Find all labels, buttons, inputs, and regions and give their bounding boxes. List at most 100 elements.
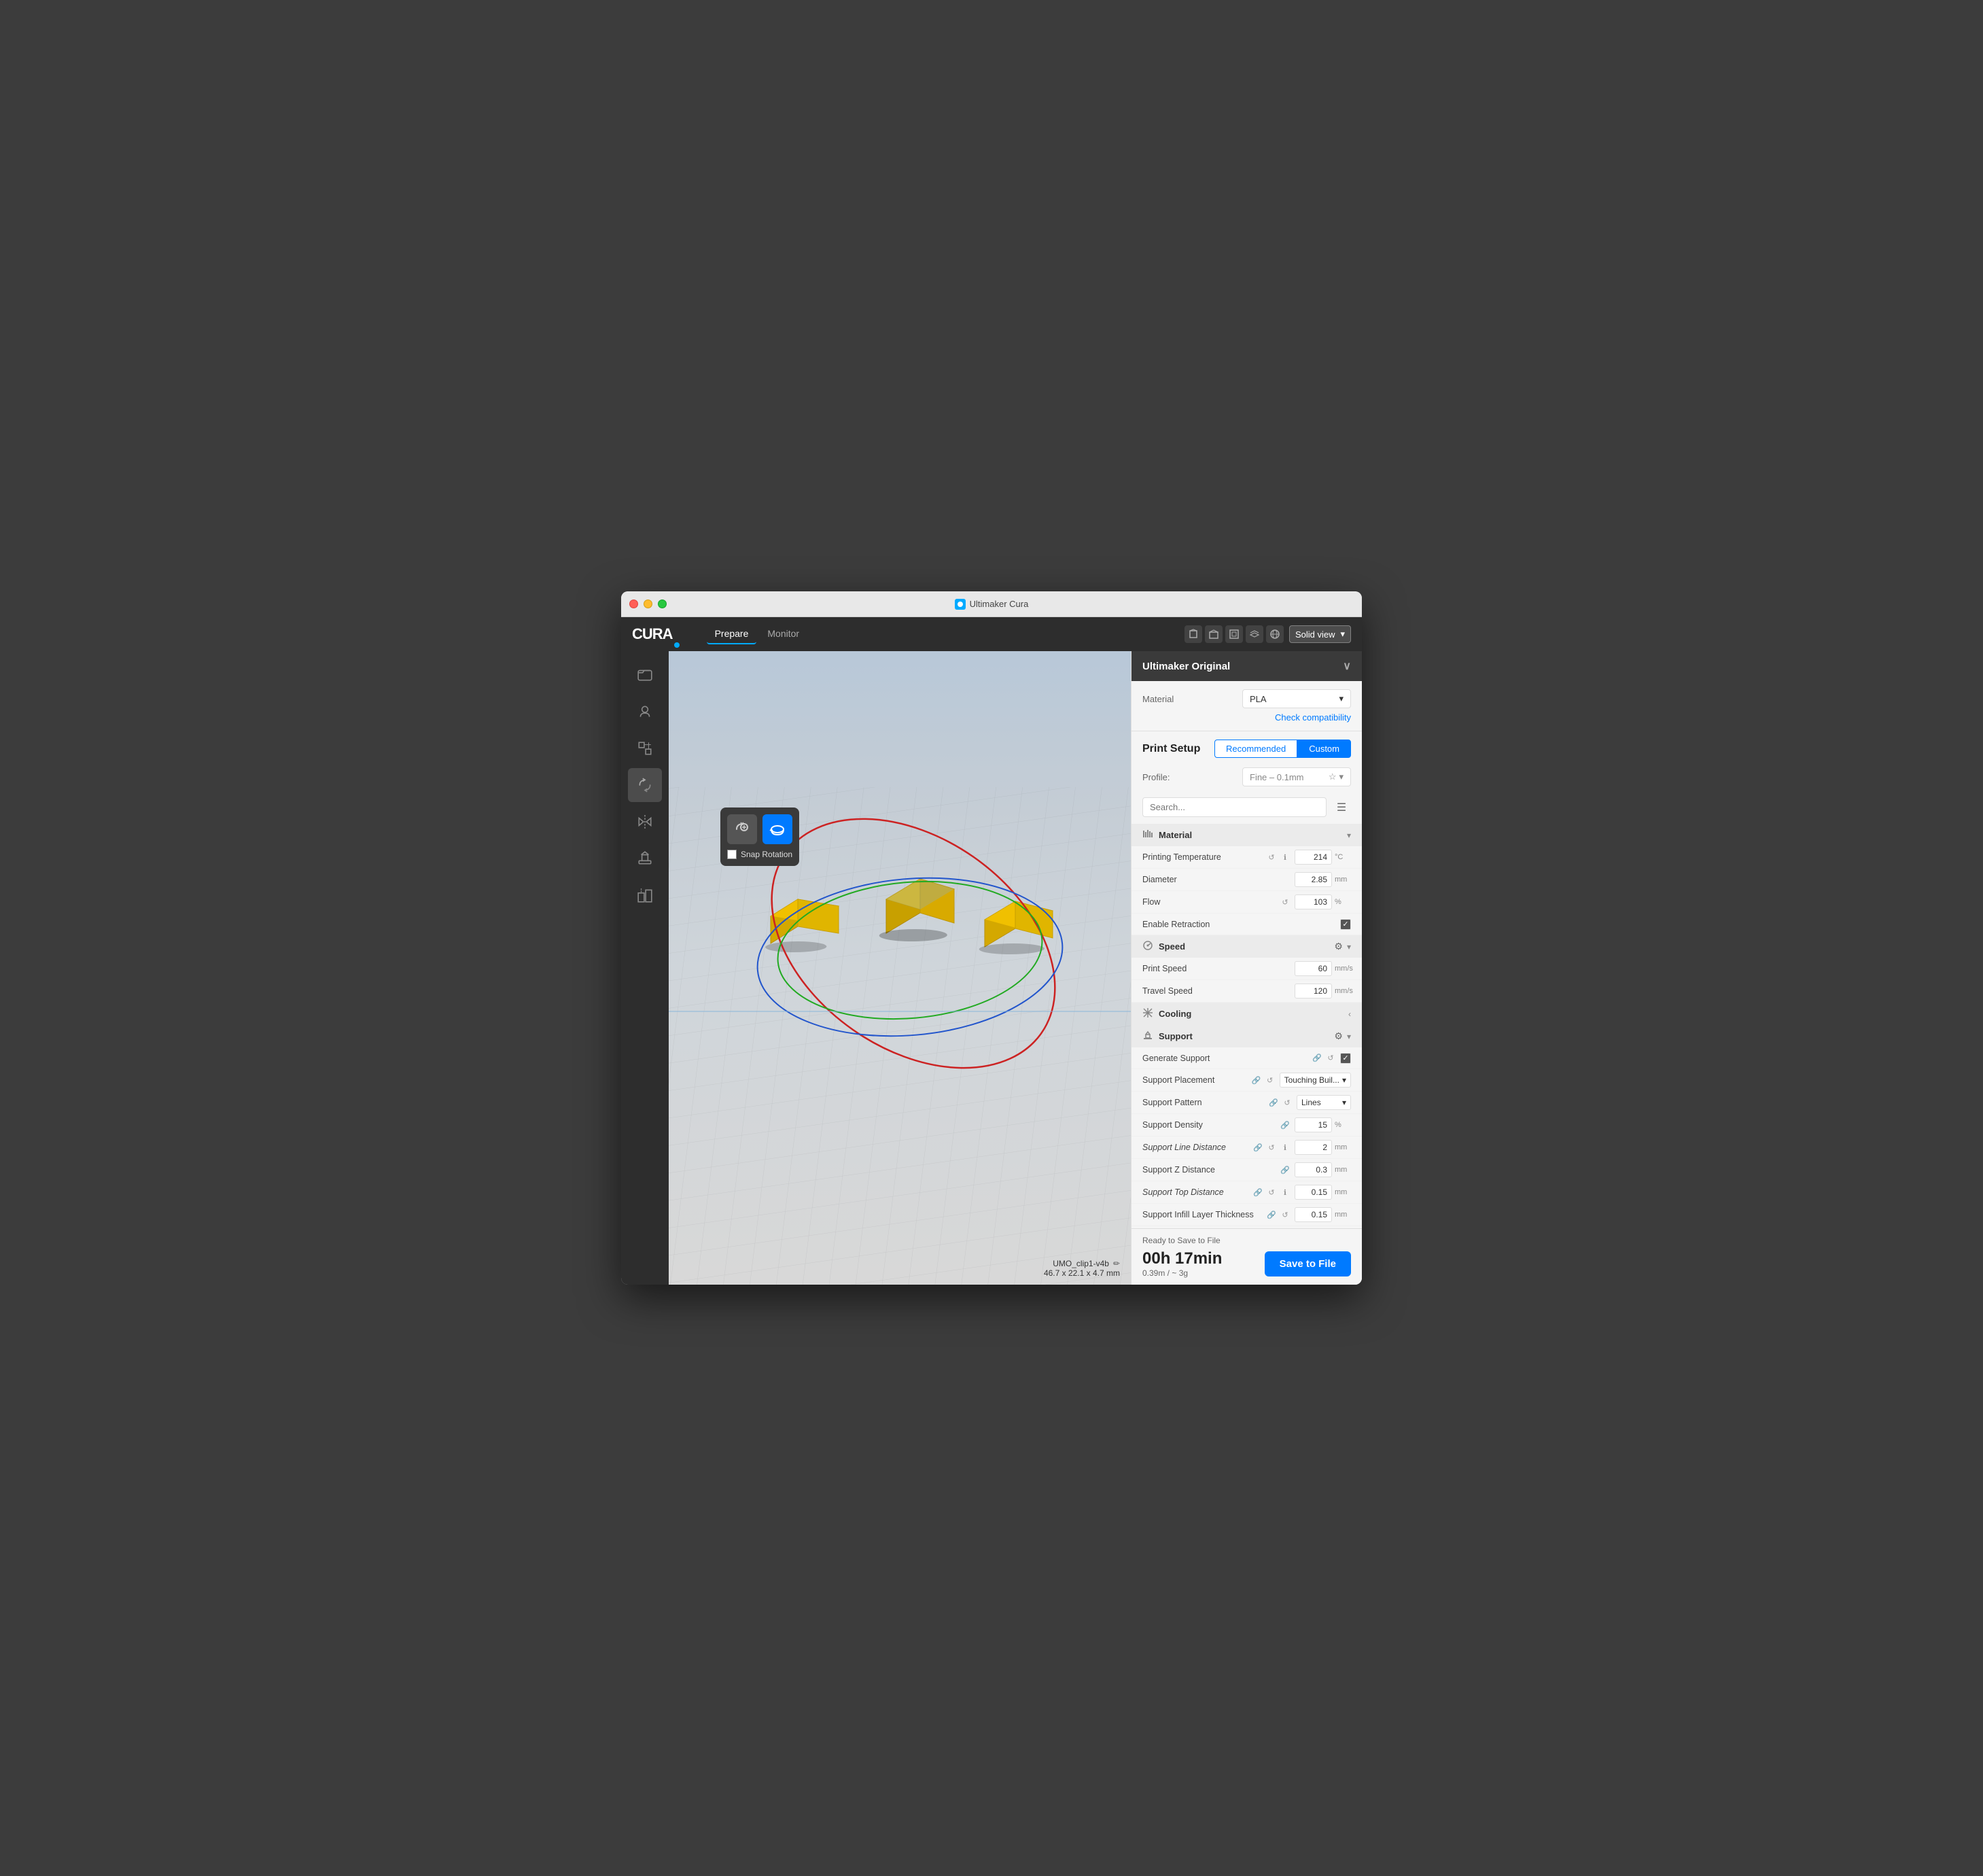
zdist-unit: mm xyxy=(1335,1166,1351,1174)
cooling-section-title: Cooling xyxy=(1142,1007,1191,1020)
save-to-file-button[interactable]: Save to File xyxy=(1265,1251,1351,1276)
flow-unit: % xyxy=(1335,898,1351,906)
pattern-link-icon[interactable]: 🔗 xyxy=(1268,1097,1279,1108)
topdist-info-icon[interactable]: ℹ xyxy=(1280,1187,1291,1198)
enable-retraction-checkbox[interactable] xyxy=(1340,919,1351,930)
density-link-icon[interactable]: 🔗 xyxy=(1280,1119,1291,1130)
support-line-dist-row: Support Line Distance 🔗 ↺ ℹ mm xyxy=(1131,1136,1362,1159)
maximize-button[interactable] xyxy=(658,600,667,608)
linedist-link-icon[interactable]: 🔗 xyxy=(1252,1142,1263,1153)
minimize-button[interactable] xyxy=(644,600,652,608)
speed-gear-icon[interactable]: ⚙ xyxy=(1334,941,1343,952)
diameter-input[interactable] xyxy=(1295,872,1332,887)
travel-speed-label: Travel Speed xyxy=(1142,986,1295,996)
printing-temp-input[interactable] xyxy=(1295,850,1332,865)
cooling-section-header[interactable]: Cooling ‹ xyxy=(1131,1003,1362,1025)
speed-section-header[interactable]: Speed ⚙ ▾ xyxy=(1131,935,1362,958)
enable-retraction-row: Enable Retraction xyxy=(1131,914,1362,935)
material-settings-header[interactable]: Material ▾ xyxy=(1131,824,1362,846)
tab-prepare[interactable]: Prepare xyxy=(707,624,757,644)
content-area: Snap Rotation UMO_clip1-v4b ✏ 46.7 x 22.… xyxy=(621,651,1362,1285)
app-window: Ultimaker Cura CURA Prepare Monitor xyxy=(621,591,1362,1285)
right-panel: Ultimaker Original ∨ Material PLA ▾ xyxy=(1131,651,1362,1285)
support-placement-dropdown[interactable]: Touching Buil... ▾ xyxy=(1280,1073,1351,1088)
infill-reset-icon[interactable]: ↺ xyxy=(1280,1209,1291,1220)
profile-select[interactable]: Fine – 0.1mm ☆ ▾ xyxy=(1242,767,1351,786)
topdist-reset-icon[interactable]: ↺ xyxy=(1266,1187,1277,1198)
placement-icons: 🔗 ↺ xyxy=(1251,1075,1276,1085)
file-name: UMO_clip1-v4b xyxy=(1053,1259,1109,1268)
view-icon-layers[interactable] xyxy=(1246,625,1263,643)
rotation-popup: Snap Rotation xyxy=(720,807,799,866)
printer-chevron-icon: ∨ xyxy=(1343,659,1351,673)
view-icon-perspective[interactable] xyxy=(1266,625,1284,643)
view-dropdown[interactable]: Solid view ▾ xyxy=(1289,625,1351,643)
linedist-reset-icon[interactable]: ↺ xyxy=(1266,1142,1277,1153)
snap-checkbox[interactable] xyxy=(727,850,737,859)
linedist-info-icon[interactable]: ℹ xyxy=(1280,1142,1291,1153)
info-icon[interactable]: ℹ xyxy=(1280,852,1291,863)
custom-button[interactable]: Custom xyxy=(1297,740,1351,758)
support-infill-input[interactable] xyxy=(1295,1207,1332,1222)
support-z-dist-label: Support Z Distance xyxy=(1142,1165,1280,1175)
viewport[interactable]: Snap Rotation UMO_clip1-v4b ✏ 46.7 x 22.… xyxy=(669,651,1131,1285)
check-compat-link[interactable]: Check compatibility xyxy=(1275,712,1351,723)
sidebar-item-support[interactable] xyxy=(628,841,662,875)
support-section-title: Support xyxy=(1142,1030,1193,1043)
generate-support-checkbox[interactable] xyxy=(1340,1053,1351,1064)
placement-link-icon[interactable]: 🔗 xyxy=(1251,1075,1262,1085)
rotate-x-button[interactable] xyxy=(727,814,757,844)
support-z-dist-input[interactable] xyxy=(1295,1162,1332,1177)
generate-support-label: Generate Support xyxy=(1142,1054,1312,1063)
tab-monitor[interactable]: Monitor xyxy=(759,624,807,644)
speed-chevron-icon: ▾ xyxy=(1347,942,1351,952)
view-icon-3d[interactable] xyxy=(1184,625,1202,643)
profile-label: Profile: xyxy=(1142,772,1170,782)
travel-speed-input[interactable] xyxy=(1295,984,1332,998)
pattern-reset-icon[interactable]: ↺ xyxy=(1282,1097,1293,1108)
sidebar-item-mirror[interactable] xyxy=(628,805,662,839)
printer-header[interactable]: Ultimaker Original ∨ xyxy=(1131,651,1362,681)
support-top-dist-input[interactable] xyxy=(1295,1185,1332,1200)
sidebar-item-rotate[interactable] xyxy=(628,768,662,802)
sidebar-item-permodel[interactable] xyxy=(628,878,662,912)
print-setup-header: Print Setup Recommended Custom xyxy=(1131,731,1362,763)
close-button[interactable] xyxy=(629,600,638,608)
sidebar-item-open[interactable] xyxy=(628,658,662,692)
infill-link-icon[interactable]: 🔗 xyxy=(1266,1209,1277,1220)
diameter-label: Diameter xyxy=(1142,875,1291,884)
material-select[interactable]: PLA ▾ xyxy=(1242,689,1351,708)
check-compat: Check compatibility xyxy=(1142,708,1351,723)
sidebar-item-scale[interactable] xyxy=(628,731,662,765)
placement-reset-icon[interactable]: ↺ xyxy=(1265,1075,1276,1085)
search-input[interactable] xyxy=(1142,797,1327,817)
rotate-y-button[interactable] xyxy=(762,814,792,844)
support-chevron-icon: ▾ xyxy=(1347,1032,1351,1041)
zdist-link-icon[interactable]: 🔗 xyxy=(1280,1164,1291,1175)
flow-input[interactable] xyxy=(1295,894,1332,909)
print-speed-input[interactable] xyxy=(1295,961,1332,976)
reset-icon-2[interactable]: ↺ xyxy=(1325,1053,1336,1064)
support-pattern-dropdown[interactable]: Lines ▾ xyxy=(1297,1095,1351,1110)
view-icon-flat[interactable] xyxy=(1205,625,1223,643)
main-area: CURA Prepare Monitor xyxy=(621,617,1362,1285)
flow-reset-icon[interactable]: ↺ xyxy=(1280,897,1291,907)
link-icon[interactable]: 🔗 xyxy=(1312,1053,1322,1064)
topdist-unit: mm xyxy=(1335,1188,1351,1196)
flow-row: Flow ↺ % xyxy=(1131,891,1362,914)
support-density-input[interactable] xyxy=(1295,1117,1332,1132)
ready-text: Ready to Save to File xyxy=(1142,1236,1351,1245)
recommended-button[interactable]: Recommended xyxy=(1214,740,1297,758)
support-section-header[interactable]: Support ⚙ ▾ xyxy=(1131,1025,1362,1047)
view-icon-frame[interactable] xyxy=(1225,625,1243,643)
support-line-dist-input[interactable] xyxy=(1295,1140,1332,1155)
search-menu-button[interactable]: ☰ xyxy=(1332,798,1351,817)
reset-icon[interactable]: ↺ xyxy=(1266,852,1277,863)
topdist-link-icon[interactable]: 🔗 xyxy=(1252,1187,1263,1198)
edit-icon[interactable]: ✏ xyxy=(1113,1259,1120,1268)
speed-section-title: Speed xyxy=(1142,940,1185,953)
pattern-icons: 🔗 ↺ xyxy=(1268,1097,1293,1108)
support-gear-icon[interactable]: ⚙ xyxy=(1334,1030,1343,1042)
sidebar-item-move[interactable] xyxy=(628,695,662,729)
linedist-icons: 🔗 ↺ ℹ xyxy=(1252,1142,1291,1153)
